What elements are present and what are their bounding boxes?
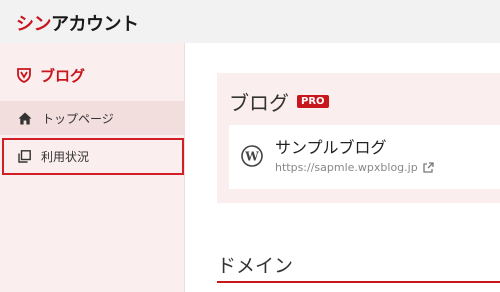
logo-text: アカウント [51,14,139,35]
blog-section-header: ブログ PRO [229,87,329,116]
sidebar-brand-label: ブログ [40,66,86,85]
site-url-link[interactable]: https://sapmle.wpxblog.jp [275,161,418,174]
sidebar-item-label: 利用状況 [41,150,90,164]
pro-badge: PRO [297,95,329,108]
blog-section-title: ブログ [229,91,289,115]
sidebar-item-label: トップページ [42,111,114,126]
wordpress-icon: W [241,145,263,171]
site-url-row[interactable]: https://sapmle.wpxblog.jp [275,161,434,174]
external-link-icon[interactable] [423,162,434,173]
sidebar: ブログ トップページ 利用状況 [0,43,185,292]
blog-shield-icon [16,67,32,83]
sidebar-item-top-page[interactable]: トップページ [0,101,185,135]
section-divider [217,281,500,283]
domain-section-title: ドメイン [217,255,294,277]
sidebar-brand[interactable]: ブログ [16,65,85,85]
svg-text:W: W [244,150,259,164]
site-card[interactable]: W サンプルブログ https://sapmle.wpxblog.jp [229,125,500,189]
home-icon [18,112,32,125]
top-bar: シンアカウント [0,0,500,43]
blog-section: ブログ PRO W サンプルブログ https://sapmle.wpxblog… [217,73,500,203]
site-name[interactable]: サンプルブログ [275,134,387,158]
logo-accent-text: シン [16,14,52,35]
sidebar-item-usage[interactable]: 利用状況 [2,138,184,175]
copy-icon [18,150,31,163]
main-content: ブログ PRO W サンプルブログ https://sapmle.wpxblog… [186,43,500,292]
app-logo[interactable]: シンアカウント [16,10,139,36]
